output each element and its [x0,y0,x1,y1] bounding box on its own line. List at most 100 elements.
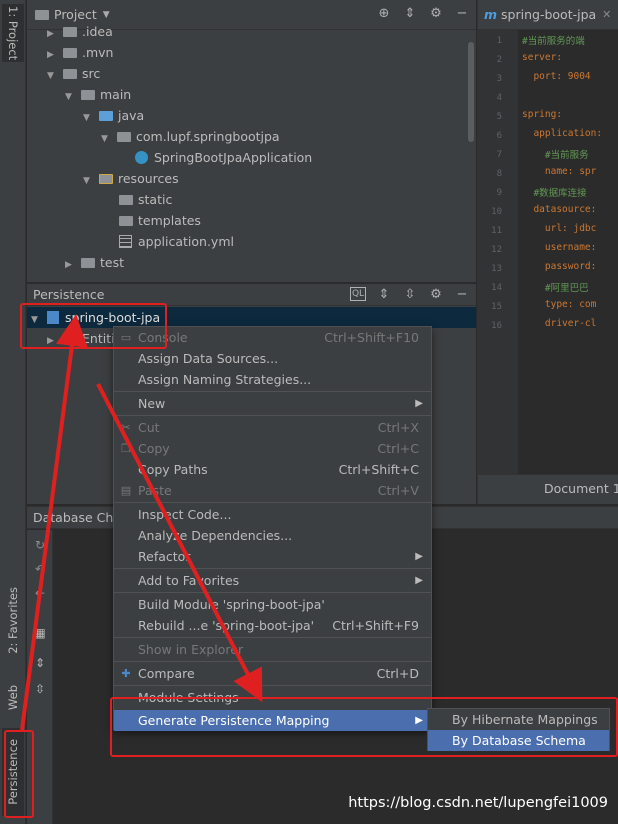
submenu-arrow-icon: ▶ [415,575,423,586]
code-line[interactable]: url: jdbc [522,223,596,234]
menu-item-new[interactable]: New ▶ [114,393,431,414]
menu-item-inspect-code[interactable]: Inspect Code... [114,504,431,525]
menu-item-paste[interactable]: ▤ Paste Ctrl+V [114,480,431,501]
minimize-icon[interactable]: − [454,6,470,22]
module-file-icon: m [484,7,498,22]
code-line[interactable]: port: 9004 [522,71,590,82]
menu-item-add-to-favorites[interactable]: Add to Favorites ▶ [114,570,431,591]
line-number: 10 [491,207,502,217]
collapse-icon[interactable]: ⇕ [402,6,418,22]
gear-icon[interactable]: ⚙ [428,287,444,303]
group-icon[interactable]: ▦ [32,626,48,642]
line-number: 13 [491,264,502,274]
web-tool-tab[interactable]: Web [2,672,24,724]
menu-item-compare[interactable]: ✚ Compare Ctrl+D [114,663,431,684]
locate-icon[interactable]: ⊕ [376,6,392,22]
code-line[interactable]: password: [522,261,596,272]
tree-item[interactable]: ▼ main [65,84,131,105]
collapse-arrow-icon[interactable]: ▼ [65,87,81,108]
menu-item-shortcut: Ctrl+Shift+F10 [324,330,419,345]
expand-arrow-icon[interactable]: ▶ [65,255,81,276]
menu-item-show-in-explorer[interactable]: Show in Explorer [114,639,431,660]
editor-panel: m spring-boot-jpa ✕ 1 2 3 4 5 6 7 8 9 10… [477,0,618,504]
line-number: 15 [491,302,502,312]
code-line[interactable]: type: com [522,299,596,310]
editor-gutter: 1 2 3 4 5 6 7 8 9 10 11 12 13 14 15 16 [478,30,518,474]
minimize-icon[interactable]: − [454,287,470,303]
context-menu: ▭ Console Ctrl+Shift+F10 Assign Data Sourc… [113,326,432,731]
code-line[interactable]: #当前服务的端 [522,33,585,47]
gear-icon[interactable]: ⚙ [428,6,444,22]
chevron-down-icon[interactable]: ▼ [103,10,110,20]
collapse-arrow-icon[interactable]: ▼ [83,108,99,129]
menu-item-cut[interactable]: ✂ Cut Ctrl+X [114,417,431,438]
source-folder-icon [99,111,113,121]
code-line[interactable]: datasource: [522,204,596,215]
collapse-all-icon[interactable]: ⇳ [32,682,48,698]
tree-item[interactable]: SpringBootJpaApplication [135,147,312,168]
menu-item-analyze-dependencies[interactable]: Analyze Dependencies... [114,525,431,546]
project-scrollbar[interactable] [468,42,474,142]
console-icon[interactable]: QL [350,287,366,301]
tree-item[interactable]: ▶ .mvn [47,42,113,63]
code-line[interactable]: application: [522,128,602,139]
line-number: 12 [491,245,502,255]
menu-separator [114,391,431,392]
collapse-arrow-icon[interactable]: ▼ [83,171,99,192]
watermark: https://blog.csdn.net/lupengfei1009 [348,795,608,811]
menu-item-refactor[interactable]: Refactor ▶ [114,546,431,567]
tree-item[interactable]: ▼ java [83,105,144,126]
menu-separator [114,637,431,638]
document-count: Document 1/ [544,481,618,496]
close-icon[interactable]: ✕ [602,8,611,21]
line-number: 2 [496,55,502,65]
code-line[interactable]: spring: [522,109,562,120]
code-line[interactable]: driver-cl [522,318,596,329]
tree-item[interactable]: ▼ src [47,63,100,84]
menu-item-shortcut: Ctrl+D [376,666,419,681]
tree-item[interactable]: static [119,189,172,210]
tree-item[interactable]: application.yml [119,231,234,252]
expand-all-icon[interactable]: ⇕ [32,656,48,672]
menu-item-rebuild-module[interactable]: Rebuild ...e 'spring-boot-jpa' Ctrl+Shift… [114,615,431,636]
web-tool-tab-label: Web [6,685,20,711]
package-icon [117,132,131,142]
expand-all-icon[interactable]: ⇕ [376,287,392,303]
revert-icon[interactable]: ↶ [32,562,48,578]
back-icon[interactable]: ← [32,586,48,602]
menu-item-label: Build Module 'spring-boot-jpa' [138,597,325,612]
spring-class-icon [135,151,148,164]
line-number: 7 [496,150,502,160]
code-line[interactable]: name: spr [522,166,596,177]
menu-item-copy[interactable]: ❐ Copy Ctrl+C [114,438,431,459]
menu-item-build-module[interactable]: Build Module 'spring-boot-jpa' [114,594,431,615]
menu-item-label: Paste [138,483,172,498]
code-line[interactable]: username: [522,242,596,253]
submenu-arrow-icon: ▶ [415,398,423,409]
folder-icon [63,69,77,79]
editor-tab[interactable]: m spring-boot-jpa ✕ [478,0,618,30]
tree-item[interactable]: ▼ com.lupf.springbootjpa [101,126,280,147]
code-line[interactable]: #当前服务 [522,147,589,161]
collapse-arrow-icon[interactable]: ▼ [101,129,117,150]
project-tool-tab[interactable]: 1: Project [2,4,24,62]
left-tool-strip: 1: Project 2: Favorites Web Persistence [0,0,26,824]
menu-item-label: Cut [138,420,160,435]
project-panel-title[interactable]: Project [54,7,97,22]
editor-tab-label: spring-boot-jpa [501,7,597,22]
tree-item[interactable]: ▶ .idea [47,21,113,42]
favorites-tool-tab[interactable]: 2: Favorites [2,578,24,662]
collapse-arrow-icon[interactable]: ▼ [47,66,63,87]
tree-item[interactable]: ▼ resources [83,168,179,189]
collapse-all-icon[interactable]: ⇳ [402,287,418,303]
code-line[interactable]: #阿里巴巴 [522,280,589,294]
code-line[interactable]: #数据库连接 [522,185,586,199]
tree-item[interactable]: templates [119,210,201,231]
yml-file-icon [119,235,132,248]
menu-item-assign-data-sources[interactable]: Assign Data Sources... [114,348,431,369]
refresh-icon[interactable]: ↻ [32,538,48,554]
menu-item-copy-paths[interactable]: Copy Paths Ctrl+Shift+C [114,459,431,480]
code-line[interactable]: server: [522,52,562,63]
menu-item-assign-naming-strategies[interactable]: Assign Naming Strategies... [114,369,431,390]
tree-item[interactable]: ▶ test [65,252,124,273]
